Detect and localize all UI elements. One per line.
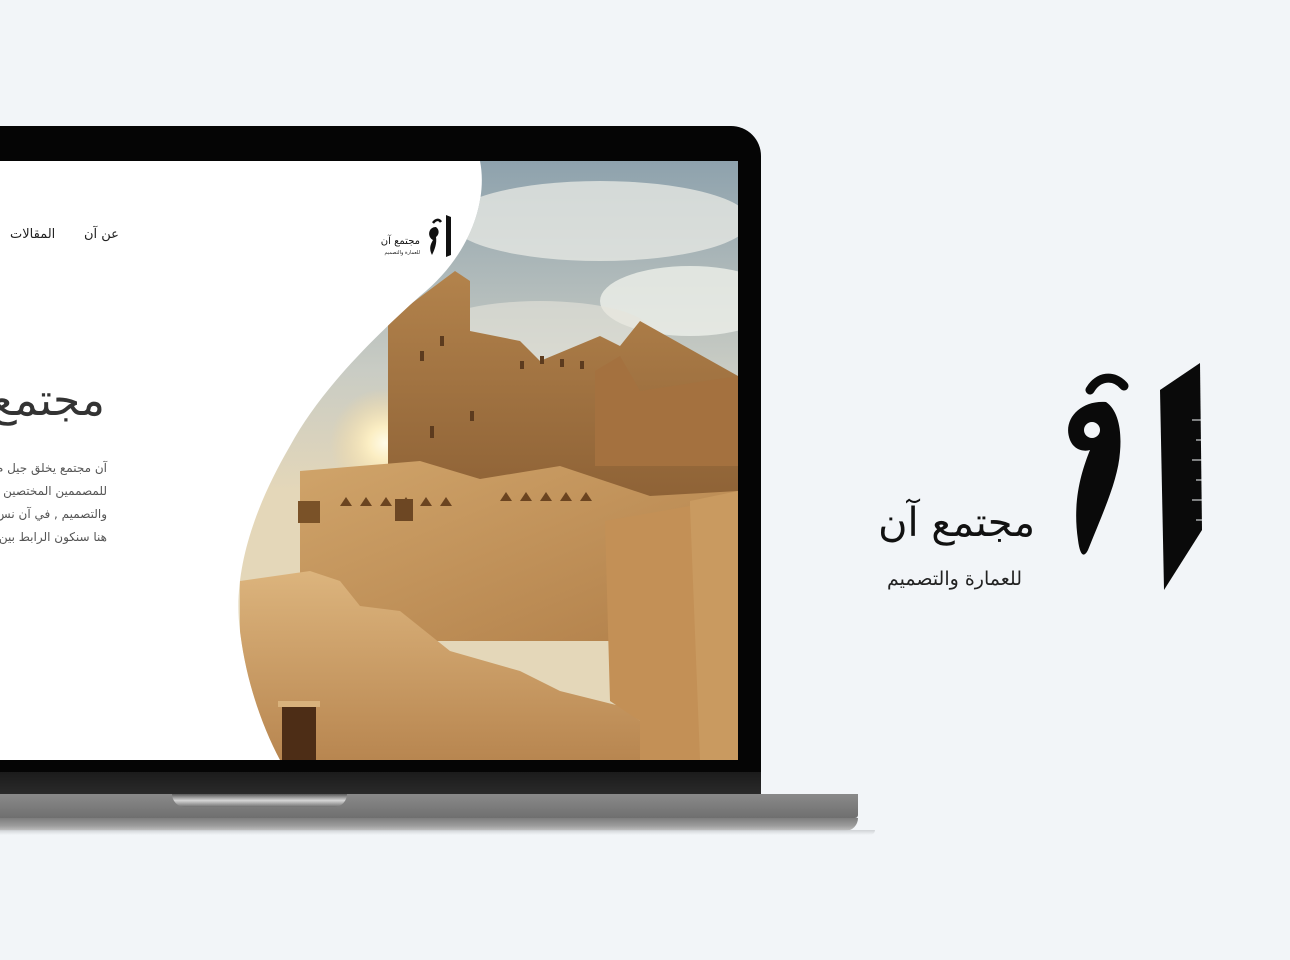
nav-about-link[interactable]: عن آن xyxy=(84,227,119,242)
site-logo-name: مجتمع آن xyxy=(380,236,420,247)
laptop-shadow xyxy=(0,830,875,835)
brand-logo-name: مجتمع آن xyxy=(878,500,1035,546)
site-logo[interactable]: مجتمع آن للعمارة والتصميم xyxy=(374,213,454,261)
brand-logo-tagline: للعمارة والتصميم xyxy=(886,568,1022,590)
hero-paragraph-line: للمصممين المختصين و xyxy=(0,484,107,498)
hero-paragraph-line: آن مجتمع يخلق جيل م xyxy=(0,461,107,475)
hero-paragraph-line: هنا سنكون الرابط بين xyxy=(0,530,107,544)
hero-title: مجتمع xyxy=(0,375,105,426)
website-screen: عن آن المقالات مجتمع آن للعمارة والتصميم… xyxy=(0,161,738,760)
brand-logo: مجتمع آن للعمارة والتصميم xyxy=(810,360,1210,600)
site-logo-tagline: للعمارة والتصميم xyxy=(384,250,420,256)
laptop-notch xyxy=(172,794,347,807)
aan-calligraphy-icon xyxy=(1068,363,1202,590)
hero-photo xyxy=(238,161,738,760)
laptop-hinge xyxy=(0,772,761,794)
laptop-base xyxy=(0,794,858,818)
aan-logo-icon xyxy=(429,215,451,257)
hero-paragraph-line: والتصميم , في آن نس xyxy=(0,507,107,521)
nav-articles-link[interactable]: المقالات xyxy=(10,227,55,242)
